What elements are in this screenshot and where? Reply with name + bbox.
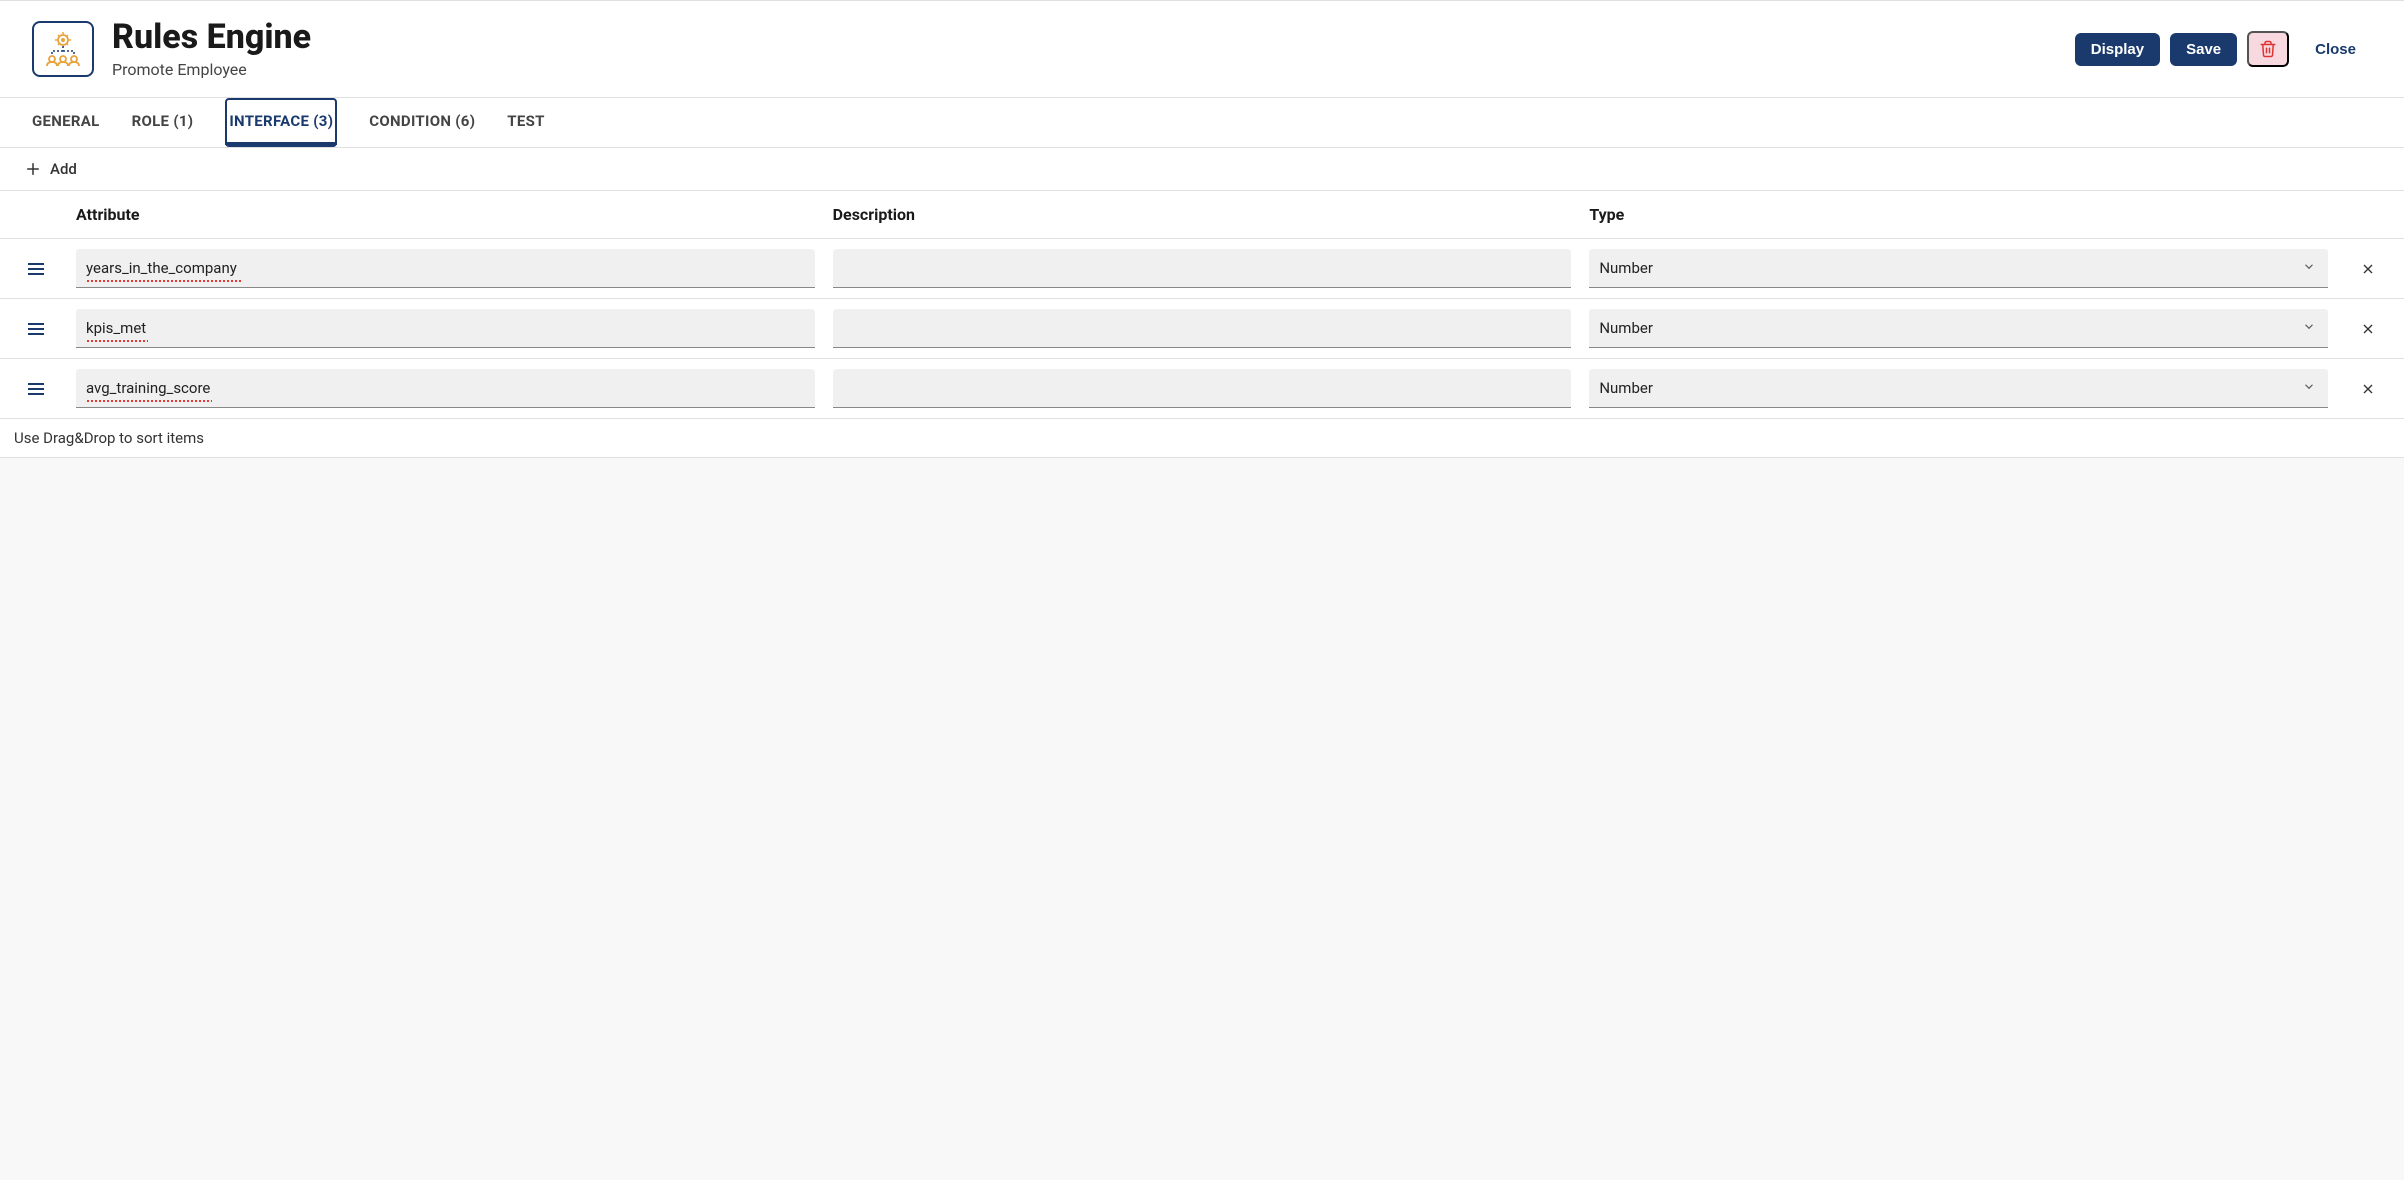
- tabs-bar: GENERAL ROLE (1) INTERFACE (3) CONDITION…: [0, 98, 2404, 148]
- remove-row-button[interactable]: [2346, 381, 2390, 397]
- table-row: Number: [0, 299, 2404, 359]
- remove-row-button[interactable]: [2346, 261, 2390, 277]
- drag-handle-icon[interactable]: [14, 262, 58, 276]
- remove-row-button[interactable]: [2346, 321, 2390, 337]
- table-header: Attribute Description Type: [0, 191, 2404, 239]
- save-button[interactable]: Save: [2170, 33, 2237, 66]
- attribute-input[interactable]: [76, 249, 815, 288]
- attribute-input[interactable]: [76, 309, 815, 348]
- description-input[interactable]: [833, 309, 1572, 348]
- tab-test[interactable]: TEST: [507, 98, 544, 147]
- type-value: Number: [1589, 309, 2328, 347]
- add-row[interactable]: Add: [0, 148, 2404, 191]
- rules-engine-icon: [32, 21, 94, 77]
- col-description: Description: [833, 205, 1572, 224]
- drag-handle-icon[interactable]: [14, 322, 58, 336]
- page-header: Rules Engine Promote Employee Display Sa…: [0, 1, 2404, 98]
- type-select[interactable]: Number: [1589, 369, 2328, 408]
- close-button[interactable]: Close: [2299, 33, 2372, 66]
- close-icon: [2360, 381, 2376, 397]
- plus-icon: [24, 160, 42, 178]
- tab-interface[interactable]: INTERFACE (3): [225, 98, 337, 147]
- type-select[interactable]: Number: [1589, 249, 2328, 288]
- display-button[interactable]: Display: [2075, 33, 2160, 66]
- type-value: Number: [1589, 249, 2328, 287]
- trash-icon: [2259, 40, 2277, 58]
- footer-note: Use Drag&Drop to sort items: [0, 419, 2404, 458]
- col-type: Type: [1589, 205, 2328, 224]
- description-input[interactable]: [833, 249, 1572, 288]
- attribute-input[interactable]: [76, 369, 815, 408]
- type-value: Number: [1589, 369, 2328, 407]
- close-icon: [2360, 321, 2376, 337]
- table-row: Number: [0, 359, 2404, 419]
- description-input[interactable]: [833, 369, 1572, 408]
- page-subtitle: Promote Employee: [112, 60, 311, 79]
- type-select[interactable]: Number: [1589, 309, 2328, 348]
- tab-general[interactable]: GENERAL: [32, 98, 100, 147]
- col-attribute: Attribute: [76, 205, 815, 224]
- page-title: Rules Engine: [112, 19, 311, 56]
- close-icon: [2360, 261, 2376, 277]
- add-label: Add: [50, 160, 77, 178]
- drag-handle-icon[interactable]: [14, 382, 58, 396]
- tab-role[interactable]: ROLE (1): [132, 98, 194, 147]
- tab-condition[interactable]: CONDITION (6): [369, 98, 475, 147]
- delete-button[interactable]: [2247, 31, 2289, 67]
- table-row: Number: [0, 239, 2404, 299]
